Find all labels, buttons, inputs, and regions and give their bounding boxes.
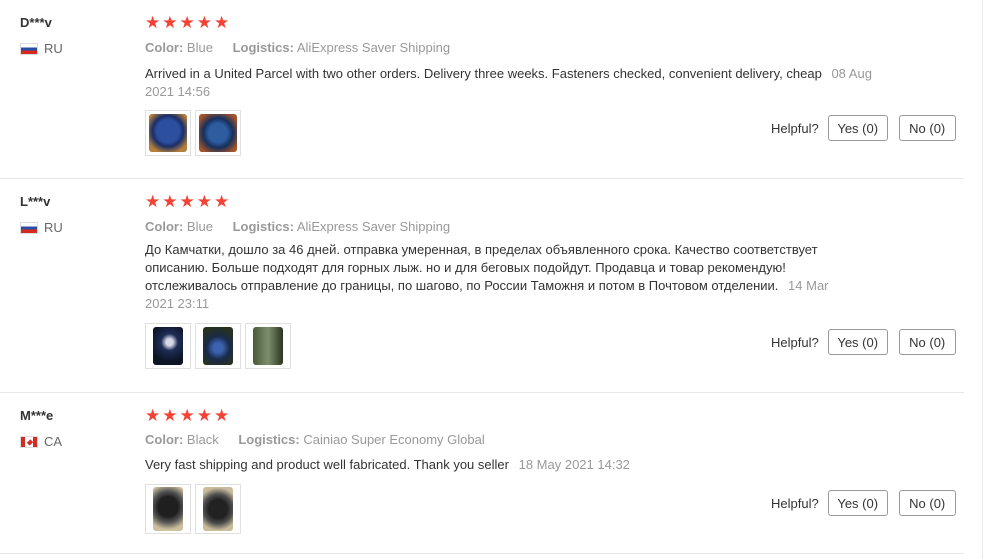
color-label: Color: xyxy=(145,40,184,55)
logistics-label: Logistics: xyxy=(232,40,294,55)
helpful-yes-button[interactable]: Yes (0) xyxy=(827,329,888,355)
panel-right-border xyxy=(982,0,983,559)
reviewer-name: L***v xyxy=(20,194,51,209)
rating-stars: ★ ★ ★ ★ ★ xyxy=(145,408,229,425)
review-body: Arrived in a United Parcel with two othe… xyxy=(145,66,822,81)
review-body: Very fast shipping and product well fabr… xyxy=(145,457,509,472)
review-photos xyxy=(145,323,291,369)
star-icon: ★ xyxy=(179,192,195,212)
country-code: RU xyxy=(44,220,63,235)
reviewer-country: CA xyxy=(20,434,62,449)
review-item: D***v RU ★ ★ ★ ★ ★ Color: Blue Logistics… xyxy=(0,0,964,179)
helpful-no-button[interactable]: No (0) xyxy=(898,329,956,355)
review-info: Color: Blue Logistics: AliExpress Saver … xyxy=(145,40,466,55)
color-value: Blue xyxy=(186,40,213,55)
star-icon: ★ xyxy=(162,406,178,426)
ru-flag-icon xyxy=(20,221,38,234)
rating-stars: ★ ★ ★ ★ ★ xyxy=(145,194,229,211)
review-photos xyxy=(145,484,241,534)
country-code: RU xyxy=(44,41,63,56)
review-photo[interactable] xyxy=(145,484,191,534)
ca-flag-icon xyxy=(20,435,38,448)
color-value: Blue xyxy=(186,219,213,234)
reviewer-name: M***e xyxy=(20,408,54,423)
helpful-label: Helpful? xyxy=(771,120,819,136)
review-photo[interactable] xyxy=(195,484,241,534)
star-icon: ★ xyxy=(214,192,230,212)
star-icon: ★ xyxy=(179,13,195,33)
star-icon: ★ xyxy=(196,406,212,426)
star-icon: ★ xyxy=(145,13,161,33)
country-code: CA xyxy=(44,434,63,449)
star-icon: ★ xyxy=(145,192,161,212)
review-info: Color: Black Logistics: Cainiao Super Ec… xyxy=(145,432,501,447)
review-text: Very fast shipping and product well fabr… xyxy=(145,456,885,474)
star-icon: ★ xyxy=(196,13,212,33)
star-icon: ★ xyxy=(162,192,178,212)
color-value: Black xyxy=(186,432,219,447)
helpful-yes-button[interactable]: Yes (0) xyxy=(827,115,888,141)
review-item: M***e CA ★ ★ ★ ★ ★ Color: Black Logistic… xyxy=(0,393,964,554)
review-photo[interactable] xyxy=(145,110,191,156)
color-label: Color: xyxy=(145,219,184,234)
helpful-vote: Helpful? Yes (0) No (0) xyxy=(771,490,956,516)
review-body: До Камчатки, дошло за 46 дней. отправка … xyxy=(145,242,818,293)
ru-flag-icon xyxy=(20,42,38,55)
reviewer-country: RU xyxy=(20,41,63,56)
star-icon: ★ xyxy=(196,192,212,212)
helpful-label: Helpful? xyxy=(771,495,819,511)
logistics-label: Logistics: xyxy=(238,432,300,447)
logistics-value: Cainiao Super Economy Global xyxy=(303,432,485,447)
reviewer-country: RU xyxy=(20,220,63,235)
logistics-value: AliExpress Saver Shipping xyxy=(296,219,451,234)
review-photo[interactable] xyxy=(145,323,191,369)
star-icon: ★ xyxy=(162,13,178,33)
review-photo[interactable] xyxy=(245,323,291,369)
review-item: L***v RU ★ ★ ★ ★ ★ Color: Blue Logistics… xyxy=(0,179,964,393)
helpful-label: Helpful? xyxy=(771,334,819,350)
logistics-value: AliExpress Saver Shipping xyxy=(296,40,451,55)
star-icon: ★ xyxy=(145,406,161,426)
review-photo[interactable] xyxy=(195,110,241,156)
review-text: До Камчатки, дошло за 46 дней. отправка … xyxy=(145,241,845,313)
reviewer-name: D***v xyxy=(20,15,52,30)
helpful-yes-button[interactable]: Yes (0) xyxy=(827,490,888,516)
rating-stars: ★ ★ ★ ★ ★ xyxy=(145,15,229,32)
star-icon: ★ xyxy=(214,406,230,426)
review-date: 18 May 2021 14:32 xyxy=(518,457,630,472)
color-label: Color: xyxy=(145,432,184,447)
helpful-vote: Helpful? Yes (0) No (0) xyxy=(771,329,956,355)
star-icon: ★ xyxy=(214,13,230,33)
helpful-vote: Helpful? Yes (0) No (0) xyxy=(771,115,956,141)
review-text: Arrived in a United Parcel with two othe… xyxy=(145,65,885,101)
helpful-no-button[interactable]: No (0) xyxy=(898,115,956,141)
helpful-no-button[interactable]: No (0) xyxy=(898,490,956,516)
review-photo[interactable] xyxy=(195,323,241,369)
review-photos xyxy=(145,110,241,156)
star-icon: ★ xyxy=(179,406,195,426)
logistics-label: Logistics: xyxy=(232,219,294,234)
review-info: Color: Blue Logistics: AliExpress Saver … xyxy=(145,219,466,234)
